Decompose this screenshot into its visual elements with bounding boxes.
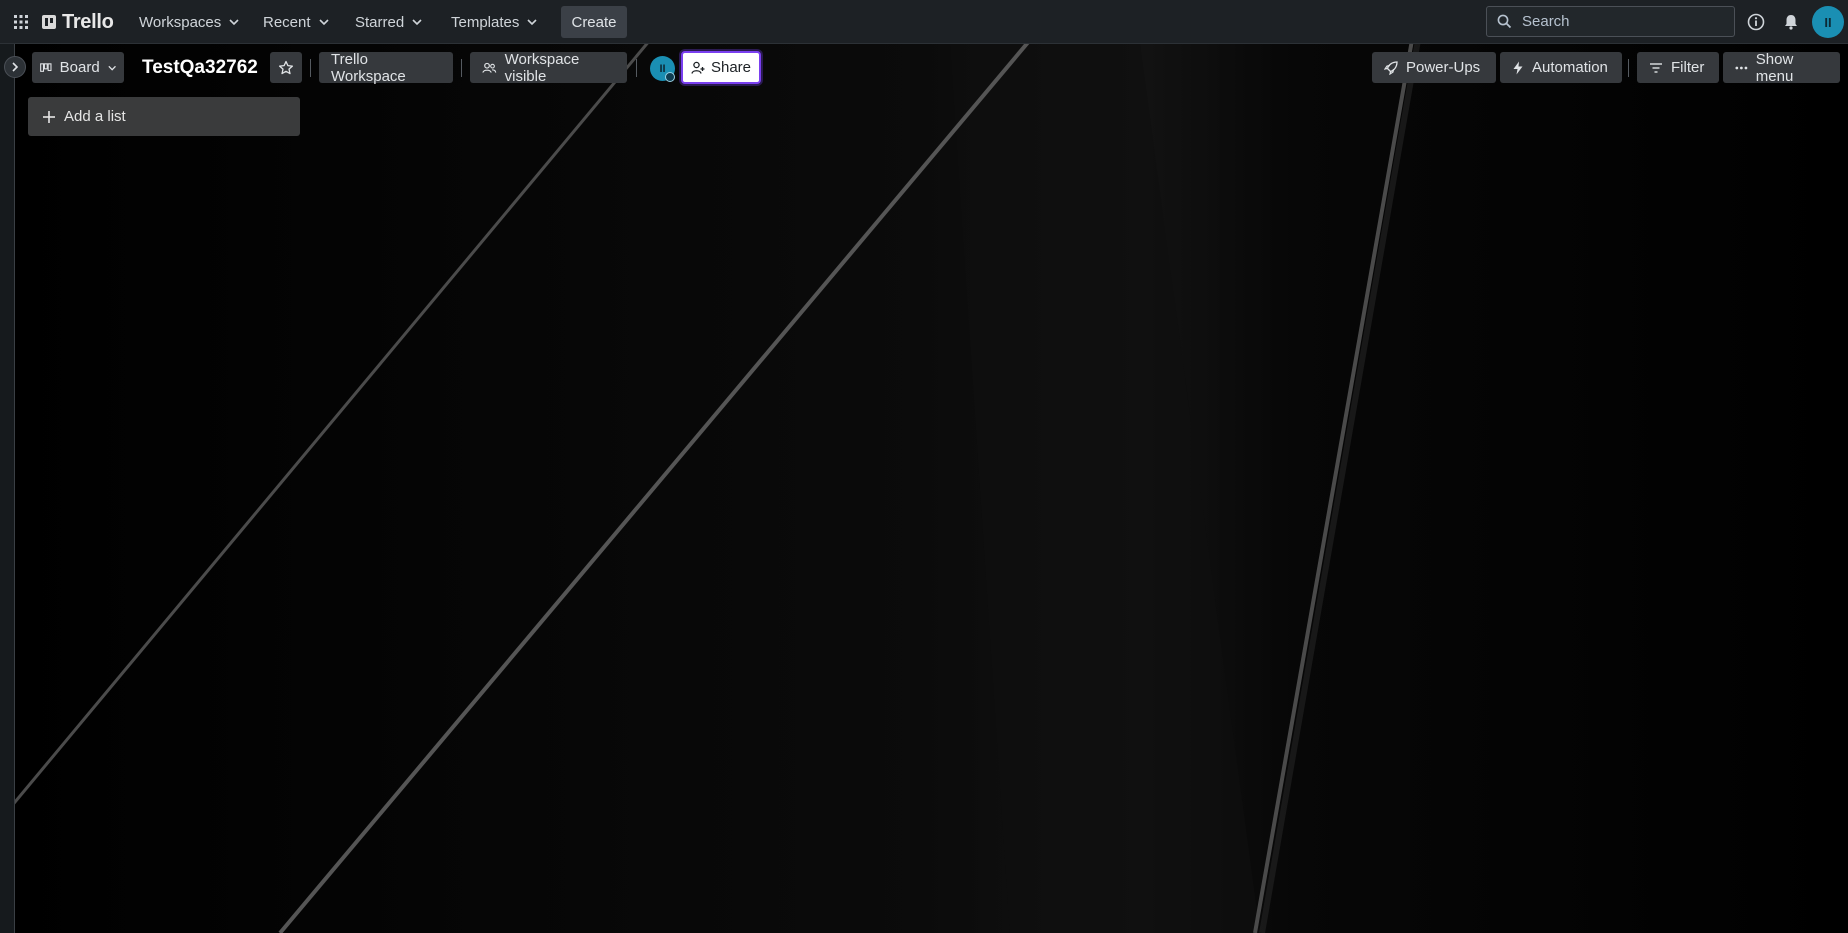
chevron-down-icon bbox=[229, 19, 239, 26]
app-switcher-icon[interactable] bbox=[12, 13, 30, 31]
add-list-button[interactable]: Add a list bbox=[28, 97, 300, 136]
divider bbox=[636, 59, 637, 77]
recent-menu-label: Recent bbox=[263, 13, 311, 31]
expand-sidebar-button[interactable] bbox=[4, 56, 26, 78]
templates-menu[interactable]: Templates bbox=[451, 10, 537, 34]
search-input[interactable] bbox=[1520, 12, 1724, 31]
starred-menu[interactable]: Starred bbox=[355, 10, 422, 34]
create-button[interactable]: Create bbox=[561, 6, 627, 38]
chevron-down-icon bbox=[318, 19, 329, 26]
starred-menu-label: Starred bbox=[355, 13, 405, 31]
top-nav: Trello Workspaces Recent Starred Templat… bbox=[0, 0, 1848, 44]
visibility-button[interactable]: Workspace visible bbox=[470, 50, 627, 85]
board-view-label: Board bbox=[59, 59, 100, 76]
recent-menu[interactable]: Recent bbox=[263, 10, 329, 34]
show-menu-button[interactable]: Show menu bbox=[1723, 50, 1840, 85]
workspaces-menu-label: Workspaces bbox=[139, 13, 222, 31]
visibility-label: Workspace visible bbox=[504, 50, 580, 85]
search-box[interactable] bbox=[1486, 6, 1735, 37]
filter-button[interactable]: Filter bbox=[1637, 52, 1719, 83]
chevron-down-icon bbox=[527, 19, 537, 26]
account-avatar[interactable]: II bbox=[1812, 6, 1844, 38]
templates-menu-label: Templates bbox=[451, 13, 520, 31]
workspaces-menu[interactable]: Workspaces bbox=[139, 10, 239, 34]
divider bbox=[461, 59, 462, 77]
show-menu-label: Show menu bbox=[1755, 50, 1794, 85]
admin-badge-icon bbox=[665, 72, 675, 82]
board-title[interactable]: TestQa32762 bbox=[142, 54, 258, 82]
rocket-icon bbox=[1384, 60, 1398, 75]
more-dots-icon bbox=[1735, 66, 1748, 69]
divider bbox=[310, 59, 311, 77]
workspace-button[interactable]: Trello Workspace bbox=[319, 51, 453, 85]
chevron-right-icon bbox=[12, 62, 19, 72]
filter-icon bbox=[1650, 62, 1662, 73]
share-button[interactable]: Share bbox=[681, 51, 761, 84]
automation-button[interactable]: Automation bbox=[1500, 52, 1622, 83]
trello-logo-icon bbox=[42, 15, 56, 29]
divider bbox=[1628, 59, 1629, 77]
chevron-down-icon bbox=[412, 19, 422, 26]
board-view-switcher[interactable]: Board bbox=[32, 52, 124, 83]
sidebar-collapsed bbox=[0, 44, 15, 933]
share-label: Share bbox=[710, 59, 752, 76]
lightning-bolt-icon bbox=[1513, 61, 1523, 74]
chevron-down-icon bbox=[108, 65, 116, 71]
search-icon bbox=[1497, 14, 1512, 29]
power-ups-label: Power-Ups bbox=[1406, 59, 1481, 76]
trello-logo[interactable]: Trello bbox=[42, 10, 114, 34]
app-name: Trello bbox=[62, 10, 114, 33]
star-icon bbox=[278, 60, 294, 74]
plus-icon bbox=[43, 110, 55, 123]
info-icon[interactable] bbox=[1746, 12, 1766, 32]
board-view-icon bbox=[40, 62, 52, 72]
add-member-icon bbox=[691, 61, 705, 74]
workspace-visible-icon bbox=[482, 62, 497, 73]
automation-label: Automation bbox=[1532, 59, 1608, 76]
notifications-bell-icon[interactable] bbox=[1781, 12, 1801, 32]
board-background bbox=[0, 0, 1848, 933]
add-list-label: Add a list bbox=[64, 108, 126, 125]
filter-label: Filter bbox=[1671, 59, 1705, 76]
star-board-button[interactable] bbox=[270, 52, 302, 83]
power-ups-button[interactable]: Power-Ups bbox=[1372, 52, 1496, 83]
